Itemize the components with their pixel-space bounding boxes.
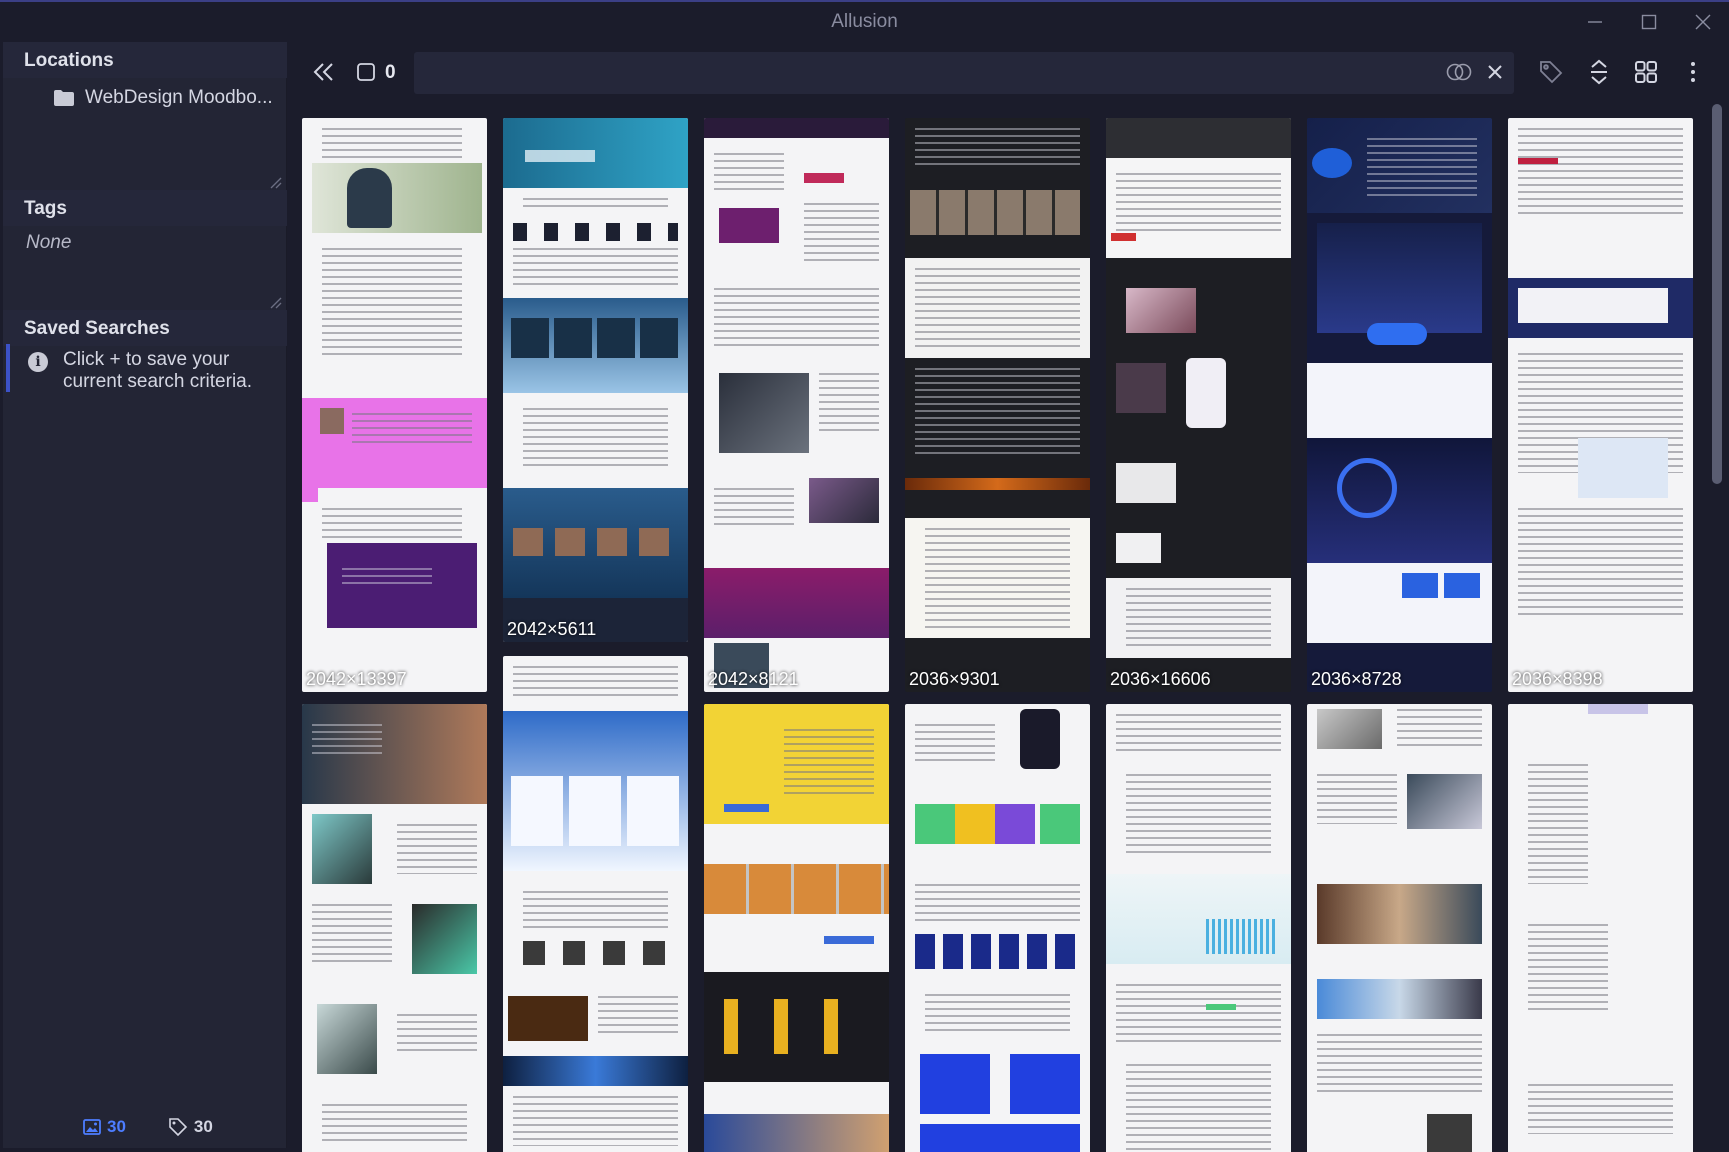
gallery-thumbnail[interactable]: 2042×5611 (503, 118, 688, 642)
tag-count[interactable]: 30 (194, 1117, 213, 1137)
image-dimensions: 2036×8728 (1311, 669, 1402, 689)
footer-counts: 30 30 (83, 1117, 213, 1137)
more-icon (1691, 62, 1695, 82)
more-menu-button[interactable] (1681, 57, 1705, 87)
gallery-thumbnail[interactable]: 2036×8398 (1508, 118, 1693, 692)
toggle-invert-icon (1446, 63, 1472, 81)
image-icon (83, 1119, 101, 1135)
view-layout-button[interactable] (1631, 57, 1661, 87)
image-dimensions: 2042×13397 (306, 669, 407, 689)
tags-title: Tags (24, 198, 67, 219)
close-icon (1695, 14, 1711, 30)
sort-icon (1591, 59, 1607, 85)
image-dimensions: 2042×8121 (708, 669, 799, 689)
image-dimensions: 2042×5611 (507, 619, 597, 639)
image-gallery: 2042×13397 2042×5611 2042×8121 2036×9301… (289, 104, 1709, 1152)
image-dimensions: 2036×16606 (1110, 669, 1211, 689)
locations-title: Locations (24, 50, 114, 71)
gallery-thumbnail[interactable] (503, 656, 688, 1152)
saved-searches-hint: i Click + to save your current search cr… (6, 344, 287, 436)
info-icon: i (28, 352, 48, 372)
gallery-thumbnail[interactable] (1106, 704, 1291, 1152)
grid-view-icon (1635, 61, 1657, 83)
selection-count: 0 (385, 62, 396, 83)
gallery-thumbnail[interactable] (1508, 704, 1693, 1152)
checkbox-icon (357, 63, 375, 81)
gallery-thumbnail[interactable] (302, 704, 487, 1152)
tags-resize-handle[interactable] (270, 296, 282, 309)
minimize-icon (1588, 21, 1602, 23)
location-item-webdesign[interactable]: WebDesign Moodbo... (53, 84, 273, 112)
locations-resize-handle[interactable] (270, 176, 282, 189)
folder-icon (54, 90, 74, 106)
selection-indicator (6, 344, 10, 392)
gallery-thumbnail[interactable]: 2036×8728 (1307, 118, 1492, 692)
gallery-thumbnail[interactable]: 2036×9301 (905, 118, 1090, 692)
saved-searches-title: Saved Searches (24, 318, 170, 339)
gallery-thumbnail[interactable] (1307, 704, 1492, 1152)
search-input[interactable] (414, 52, 1514, 94)
minimize-button[interactable] (1575, 8, 1615, 36)
image-dimensions: 2036×8398 (1512, 669, 1603, 689)
invert-search-button[interactable] (1444, 58, 1474, 86)
gallery-scrollbar[interactable] (1712, 104, 1722, 484)
collapse-sidebar-button[interactable] (309, 54, 339, 90)
tags-header[interactable]: Tags (3, 190, 287, 226)
close-window-button[interactable] (1683, 8, 1723, 36)
tag-selected-button[interactable] (1536, 57, 1566, 87)
tag-icon (1540, 61, 1563, 84)
title-bar: Allusion (0, 0, 1729, 42)
clear-icon (1488, 65, 1502, 79)
tag-icon (169, 1118, 188, 1137)
image-dimensions: 2036×9301 (909, 669, 1000, 689)
double-chevron-left-icon (313, 63, 333, 81)
gallery-thumbnail[interactable]: 2036×16606 (1106, 118, 1291, 692)
sidebar: Locations WebDesign Moodbo... Tags None … (3, 42, 287, 1148)
window-title: Allusion (831, 11, 898, 32)
gallery-thumbnail[interactable]: 2042×8121 (704, 118, 889, 692)
maximize-button[interactable] (1629, 8, 1669, 36)
gallery-thumbnail[interactable] (905, 704, 1090, 1152)
saved-searches-hint-text: Click + to save your current search crit… (63, 349, 253, 392)
locations-header[interactable]: Locations (3, 42, 287, 78)
clear-search-button[interactable] (1483, 60, 1507, 84)
saved-searches-header[interactable]: Saved Searches (3, 310, 287, 346)
image-count[interactable]: 30 (107, 1117, 126, 1137)
gallery-thumbnail[interactable] (704, 704, 889, 1152)
tags-empty-text: None (26, 232, 72, 253)
location-label: WebDesign Moodbo... (85, 87, 273, 108)
gallery-thumbnail[interactable]: 2042×13397 (302, 118, 487, 692)
maximize-icon (1641, 14, 1657, 30)
sort-button[interactable] (1584, 57, 1614, 87)
select-all-checkbox[interactable] (354, 60, 378, 84)
